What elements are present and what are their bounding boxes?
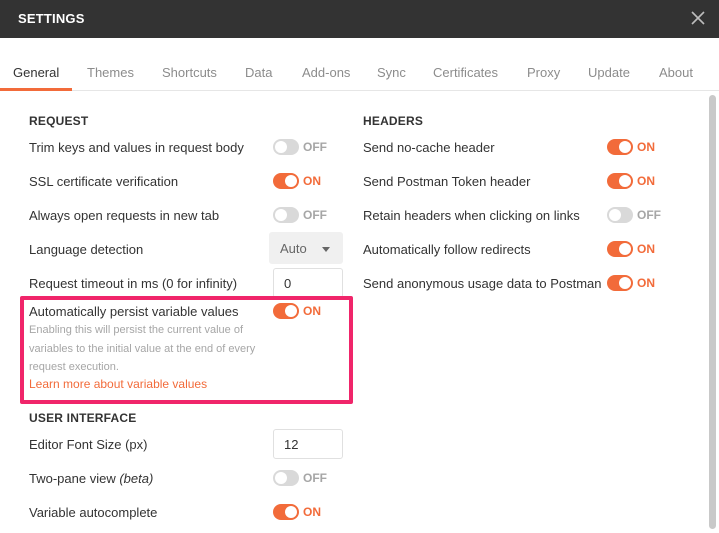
active-tab-indicator bbox=[0, 88, 72, 91]
toggle-state: ON bbox=[637, 140, 655, 154]
toggle-track bbox=[273, 470, 299, 486]
toggle-state: ON bbox=[637, 174, 655, 188]
title-bar: SETTINGS bbox=[0, 0, 719, 38]
tab-certificates[interactable]: Certificates bbox=[433, 65, 498, 80]
toggle-state: OFF bbox=[637, 208, 661, 222]
tab-general[interactable]: General bbox=[13, 65, 59, 80]
settings-tabs: General Themes Shortcuts Data Add-ons Sy… bbox=[0, 38, 719, 91]
tab-about[interactable]: About bbox=[659, 65, 693, 80]
toggle-knob bbox=[275, 141, 287, 153]
tab-proxy[interactable]: Proxy bbox=[527, 65, 560, 80]
toggle-track bbox=[273, 173, 299, 189]
ssl-verification-toggle[interactable]: ON bbox=[273, 173, 353, 189]
toggle-knob bbox=[275, 472, 287, 484]
toggle-knob bbox=[619, 243, 631, 255]
postman-token-toggle[interactable]: ON bbox=[607, 173, 687, 189]
user-interface-section-title: USER INTERFACE bbox=[29, 411, 137, 425]
editor-font-size-label: Editor Font Size (px) bbox=[29, 437, 148, 452]
variable-autocomplete-label: Variable autocomplete bbox=[29, 505, 158, 520]
window-title: SETTINGS bbox=[18, 11, 85, 26]
toggle-track bbox=[273, 139, 299, 155]
no-cache-toggle[interactable]: ON bbox=[607, 139, 687, 155]
toggle-knob bbox=[619, 277, 631, 289]
toggle-knob bbox=[609, 209, 621, 221]
toggle-state: ON bbox=[303, 505, 321, 519]
toggle-knob bbox=[285, 506, 297, 518]
toggle-track bbox=[273, 504, 299, 520]
close-icon[interactable] bbox=[689, 9, 707, 27]
tab-add-ons[interactable]: Add-ons bbox=[302, 65, 350, 80]
usage-data-label: Send anonymous usage data to Postman bbox=[363, 276, 602, 291]
usage-data-toggle[interactable]: ON bbox=[607, 275, 687, 291]
language-detection-label: Language detection bbox=[29, 242, 144, 257]
follow-redirects-label: Automatically follow redirects bbox=[363, 242, 531, 257]
toggle-knob bbox=[619, 141, 631, 153]
new-tab-toggle[interactable]: OFF bbox=[273, 207, 353, 223]
request-timeout-label: Request timeout in ms (0 for infinity) bbox=[29, 276, 238, 291]
tab-shortcuts[interactable]: Shortcuts bbox=[162, 65, 217, 80]
toggle-state: OFF bbox=[303, 140, 327, 154]
tab-sync[interactable]: Sync bbox=[377, 65, 406, 80]
toggle-knob bbox=[285, 175, 297, 187]
tab-data[interactable]: Data bbox=[245, 65, 272, 80]
toggle-track bbox=[607, 275, 633, 291]
toggle-track bbox=[273, 207, 299, 223]
request-section-title: REQUEST bbox=[29, 114, 89, 128]
headers-section-title: HEADERS bbox=[363, 114, 424, 128]
chevron-down-icon bbox=[322, 247, 330, 252]
toggle-state: ON bbox=[637, 242, 655, 256]
retain-headers-label: Retain headers when clicking on links bbox=[363, 208, 580, 223]
no-cache-label: Send no-cache header bbox=[363, 140, 495, 155]
toggle-state: OFF bbox=[303, 208, 327, 222]
trim-keys-label: Trim keys and values in request body bbox=[29, 140, 244, 155]
select-value: Auto bbox=[280, 241, 307, 256]
tab-themes[interactable]: Themes bbox=[87, 65, 134, 80]
new-tab-label: Always open requests in new tab bbox=[29, 208, 220, 223]
toggle-state: ON bbox=[303, 174, 321, 188]
toggle-track bbox=[607, 139, 633, 155]
ssl-verification-label: SSL certificate verification bbox=[29, 174, 179, 189]
editor-font-size-input[interactable] bbox=[273, 429, 343, 459]
highlight-box bbox=[20, 296, 353, 404]
trim-keys-toggle[interactable]: OFF bbox=[273, 139, 353, 155]
two-pane-label: Two-pane view (beta) bbox=[29, 471, 153, 486]
retain-headers-toggle[interactable]: OFF bbox=[607, 207, 687, 223]
toggle-track bbox=[607, 207, 633, 223]
toggle-knob bbox=[619, 175, 631, 187]
follow-redirects-toggle[interactable]: ON bbox=[607, 241, 687, 257]
request-timeout-input[interactable] bbox=[273, 268, 343, 298]
variable-autocomplete-toggle[interactable]: ON bbox=[273, 504, 353, 520]
scrollbar[interactable] bbox=[709, 95, 716, 529]
two-pane-toggle[interactable]: OFF bbox=[273, 470, 353, 486]
toggle-track bbox=[607, 241, 633, 257]
toggle-track bbox=[607, 173, 633, 189]
language-detection-select[interactable]: Auto bbox=[269, 232, 343, 264]
two-pane-label-text: Two-pane view bbox=[29, 471, 116, 486]
postman-token-label: Send Postman Token header bbox=[363, 174, 531, 189]
toggle-state: ON bbox=[637, 276, 655, 290]
beta-tag: (beta) bbox=[119, 471, 154, 486]
tab-update[interactable]: Update bbox=[588, 65, 630, 80]
toggle-knob bbox=[275, 209, 287, 221]
toggle-state: OFF bbox=[303, 471, 327, 485]
